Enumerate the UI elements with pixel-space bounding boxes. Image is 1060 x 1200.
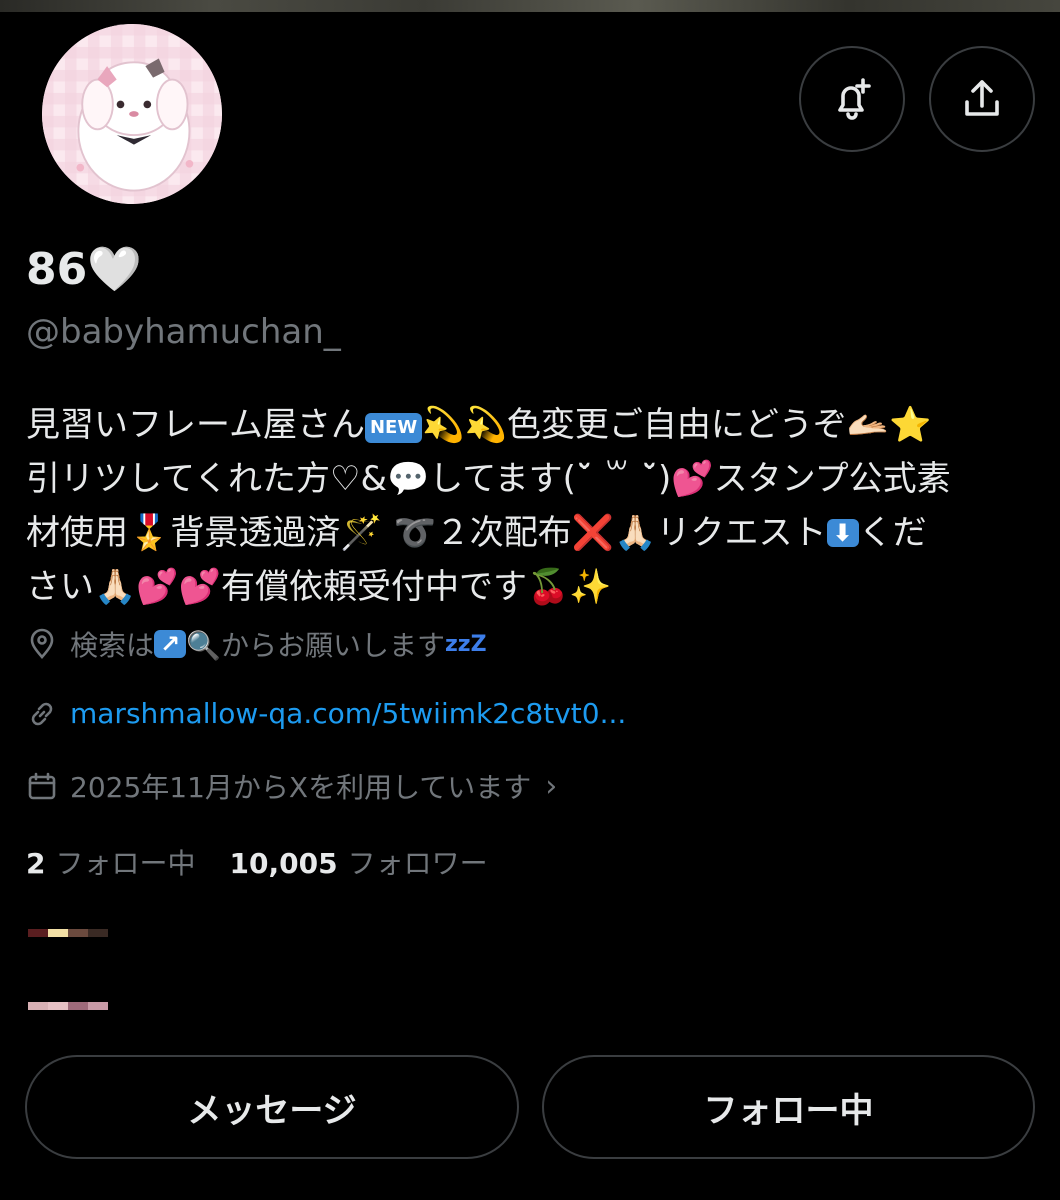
bio-line-1: 見習いフレーム屋さん NEW 💫💫色変更ご自由にどうぞ🫴🏻⭐ bbox=[26, 398, 1026, 452]
avatar[interactable] bbox=[38, 20, 226, 208]
website-row: marshmallow-qa.com/5twiimk2c8tvt0... bbox=[26, 697, 626, 730]
bell-plus-icon bbox=[827, 74, 877, 124]
cross-mark-emoji: ❌ bbox=[571, 513, 615, 553]
bio-text: くだ bbox=[858, 513, 927, 553]
handle: @babyhamuchan_ bbox=[26, 312, 341, 352]
up-right-arrow-emoji: ↗ bbox=[154, 630, 187, 658]
bio-text: 材使用🎖️背景透過済🪄 ➰２次配布 bbox=[26, 513, 572, 553]
message-button[interactable]: メッセージ bbox=[25, 1055, 519, 1159]
bio-text: 💬してます(ˇ̆ ꒳ ˇ̆)💕スタンプ公式素 bbox=[386, 459, 951, 499]
bio: 見習いフレーム屋さん NEW 💫💫色変更ご自由にどうぞ🫴🏻⭐ 引リツしてくれた方♡&… bbox=[26, 398, 1026, 614]
display-name: 86🤍 bbox=[26, 244, 143, 295]
bio-text: 見習いフレーム屋さん bbox=[26, 405, 365, 445]
zzz-emoji: zzZ bbox=[445, 631, 487, 657]
location-text: 検索は bbox=[70, 629, 155, 662]
following-button[interactable]: フォロー中 bbox=[542, 1055, 1035, 1159]
bio-line-2: 引リツしてくれた方♡&💬してます(ˇ̆ ꒳ ˇ̆)💕スタンプ公式素 bbox=[26, 452, 1026, 506]
location-row: 検索は ↗ 🔍からお願いします zzZ bbox=[26, 624, 487, 664]
chevron-right-icon: › bbox=[545, 768, 558, 804]
blurred-content bbox=[28, 1002, 108, 1010]
followers-label[interactable]: フォロワー bbox=[348, 842, 488, 882]
link-icon bbox=[26, 698, 58, 730]
bio-text: 💫💫色変更ご自由にどうぞ🫴🏻⭐ bbox=[422, 405, 932, 445]
banner-image[interactable] bbox=[0, 0, 1060, 12]
down-arrow-emoji: ⬇ bbox=[826, 519, 859, 547]
following-count[interactable]: 2 bbox=[26, 847, 45, 880]
joined-text: 2025年11月からXを利用しています bbox=[70, 771, 532, 804]
location-text: 🔍からお願いします bbox=[186, 629, 445, 662]
bio-line-3: 材使用🎖️背景透過済🪄 ➰２次配布❌🙏🏻リクエスト ⬇ くだ bbox=[26, 506, 1026, 560]
follow-counts: 2 フォロー中 10,005 フォロワー bbox=[26, 842, 522, 882]
share-icon bbox=[957, 74, 1007, 124]
calendar-icon bbox=[26, 770, 58, 802]
location-pin-icon bbox=[26, 628, 58, 660]
share-button[interactable] bbox=[929, 46, 1035, 152]
bio-text: 引リツしてくれた方♡& bbox=[26, 459, 387, 499]
bio-text: 🙏🏻リクエスト bbox=[614, 513, 827, 553]
website-link[interactable]: marshmallow-qa.com/5twiimk2c8tvt0... bbox=[70, 697, 626, 730]
following-label[interactable]: フォロー中 bbox=[55, 842, 195, 882]
blurred-content bbox=[28, 929, 108, 937]
new-badge-emoji: NEW bbox=[364, 413, 423, 443]
followers-count[interactable]: 10,005 bbox=[230, 847, 338, 880]
bio-text: さい🙏🏻💕💕有償依頼受付中です🍒✨ bbox=[26, 567, 612, 607]
joined-row[interactable]: 2025年11月からXを利用しています › bbox=[26, 766, 557, 806]
notification-bell-button[interactable] bbox=[799, 46, 905, 152]
bio-line-4: さい🙏🏻💕💕有償依頼受付中です🍒✨ bbox=[26, 560, 1026, 614]
